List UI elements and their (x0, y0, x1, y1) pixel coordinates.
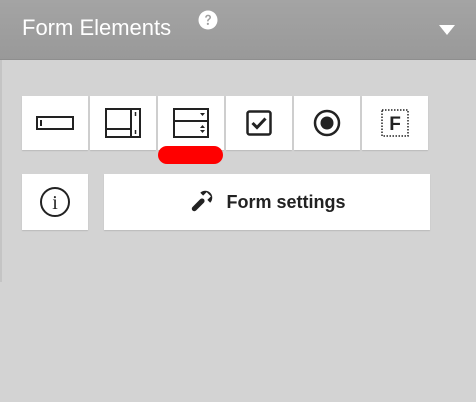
add-select-button[interactable] (158, 96, 224, 150)
highlight-marker (158, 146, 223, 164)
wrench-icon (192, 190, 213, 212)
form-elements-panel: Form Elements F i Form settings (0, 0, 476, 402)
add-fieldset-button[interactable]: F (362, 96, 428, 150)
info-icon: i (40, 187, 70, 217)
add-radio-button[interactable] (294, 96, 360, 150)
question-circle-icon[interactable] (198, 10, 218, 30)
form-element-toolbar: F (22, 96, 428, 150)
fieldset-icon: F (381, 109, 409, 137)
textarea-icon (105, 108, 141, 138)
add-textarea-button[interactable] (90, 96, 156, 150)
panel-title: Form Elements (22, 15, 172, 40)
add-checkbox-button[interactable] (226, 96, 292, 150)
checkbox-icon (246, 110, 272, 136)
form-settings-button[interactable]: Form settings (104, 174, 430, 230)
radio-button-icon (313, 109, 341, 137)
text-field-icon (36, 116, 74, 130)
fieldset-glyph: F (389, 114, 401, 135)
select-dropdown-icon (173, 108, 209, 138)
add-text-field-button[interactable] (22, 96, 88, 150)
panel-header[interactable]: Form Elements (0, 0, 476, 60)
info-glyph: i (52, 192, 58, 214)
form-settings-label: Form settings (226, 191, 346, 212)
panel-left-border (0, 60, 2, 282)
info-button[interactable]: i (22, 174, 88, 230)
caret-down-icon[interactable] (438, 24, 456, 36)
